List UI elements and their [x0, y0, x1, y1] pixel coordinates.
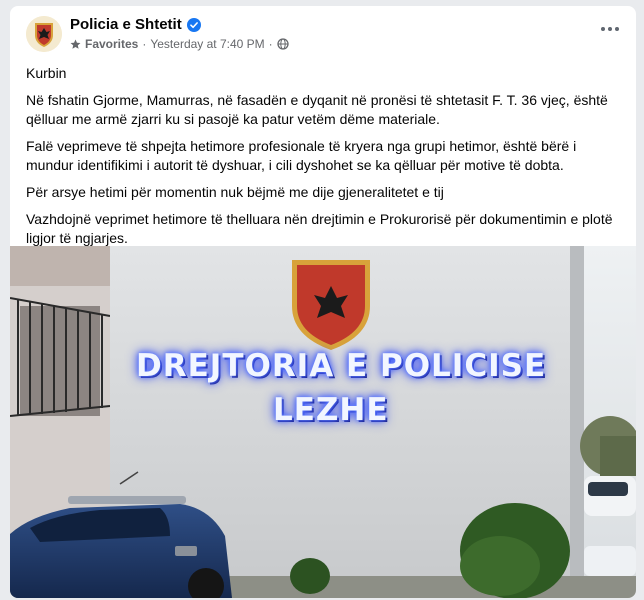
dot-icon: [615, 27, 619, 31]
post-photo[interactable]: DREJTORIA E POLICISE LEZHE: [10, 246, 636, 598]
dot-icon: [601, 27, 605, 31]
meta-separator: ·: [268, 37, 273, 51]
page-avatar[interactable]: [26, 16, 62, 52]
post-paragraph: Falë veprimeve të shpejta hetimore profe…: [26, 138, 577, 173]
globe-icon[interactable]: [277, 38, 289, 50]
post-header: Policia e Shtetit Favorites · Yesterday …: [10, 6, 636, 56]
police-badge-icon: [26, 16, 62, 52]
sign-text-line-1: DREJTORIA E POLICISE: [136, 348, 547, 384]
post-timestamp[interactable]: Yesterday at 7:40 PM: [150, 37, 264, 51]
dot-icon: [608, 27, 612, 31]
more-options-button[interactable]: [598, 20, 622, 38]
post-card: Policia e Shtetit Favorites · Yesterday …: [10, 6, 636, 598]
page-name[interactable]: Policia e Shtetit: [70, 16, 201, 33]
post-paragraph: Për arsye hetimi për momentin nuk bëjmë …: [26, 184, 444, 200]
verified-badge-icon: [186, 17, 201, 32]
meta-separator: ·: [142, 37, 147, 51]
post-paragraph: Vazhdojnë veprimet hetimore të thelluara…: [26, 211, 613, 246]
star-icon: [70, 39, 81, 49]
post-paragraph: Në fshatin Gjorme, Mamurras, në fasadën …: [26, 92, 608, 127]
post-meta: Favorites · Yesterday at 7:40 PM ·: [70, 37, 289, 51]
sign-text-line-2: LEZHE: [273, 392, 389, 428]
post-paragraph: Kurbin: [26, 65, 67, 81]
favorites-label[interactable]: Favorites: [85, 37, 138, 51]
post-text: Kurbin Në fshatin Gjorme, Mamurras, në f…: [26, 64, 622, 256]
page-name-text[interactable]: Policia e Shtetit: [70, 16, 182, 33]
